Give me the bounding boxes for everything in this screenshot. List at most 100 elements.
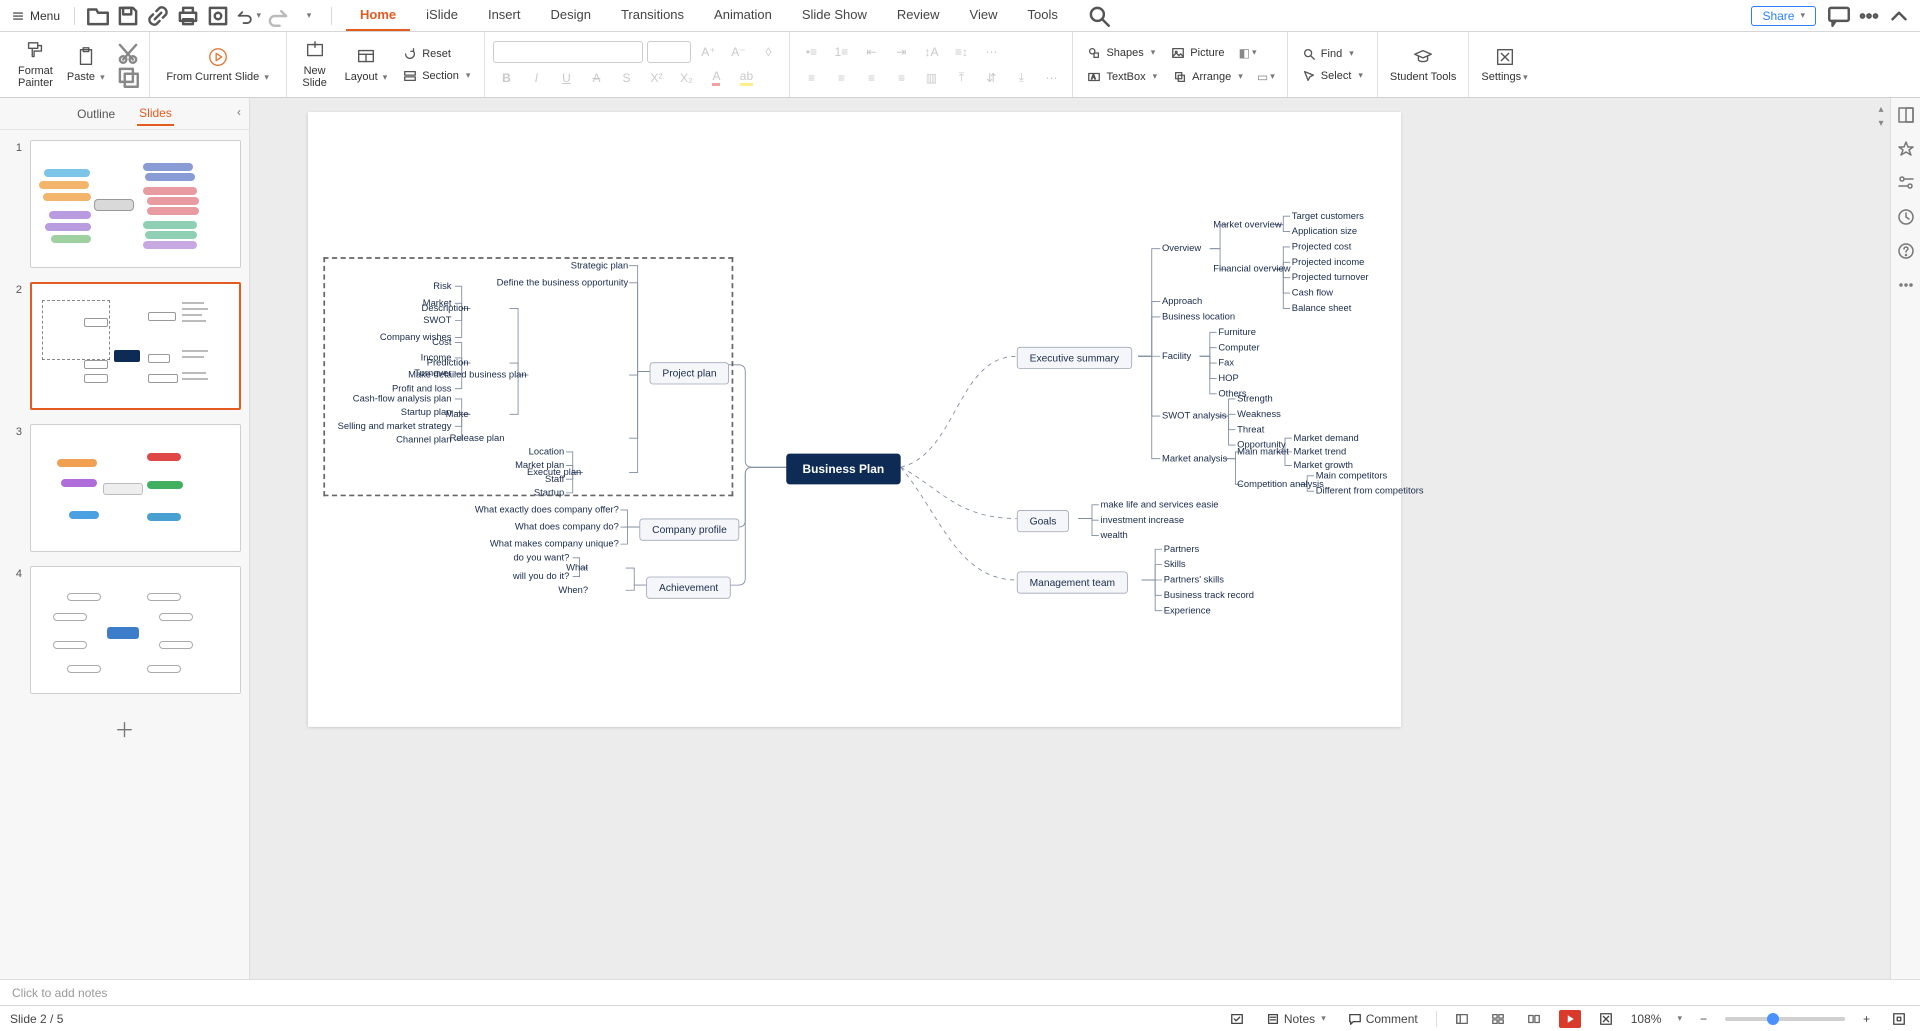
leaf[interactable]: Risk [433, 281, 451, 291]
leaf[interactable]: Approach [1162, 296, 1202, 306]
student-tools-button[interactable]: Student Tools [1386, 44, 1460, 85]
textbox-button[interactable]: ATextBox▾ [1081, 66, 1163, 88]
leaf[interactable]: Release plan [450, 433, 505, 443]
search-icon[interactable] [1086, 3, 1112, 29]
slides-tab[interactable]: Slides [137, 102, 174, 126]
format-painter-button[interactable]: Format Painter [14, 38, 57, 91]
leaf[interactable]: HOP [1218, 373, 1238, 383]
leaf[interactable]: Startup [534, 488, 564, 498]
slide-canvas[interactable]: Business Plan Project plan Company profi… [308, 112, 1401, 727]
zoom-in-icon[interactable]: + [1859, 1012, 1874, 1026]
leaf[interactable]: Furniture [1218, 327, 1256, 337]
node-project-plan[interactable]: Project plan [650, 362, 730, 384]
save-icon[interactable] [115, 3, 141, 29]
leaf[interactable]: Computer [1218, 343, 1259, 353]
fit-icon[interactable] [1595, 1012, 1617, 1026]
slide-thumbnail-4[interactable] [30, 566, 241, 694]
leaf[interactable]: Market overview [1213, 220, 1281, 230]
sorter-view-icon[interactable] [1487, 1010, 1509, 1028]
leaf[interactable]: Financial overview [1213, 264, 1290, 274]
leaf[interactable]: Startup plan [401, 407, 452, 417]
select-button[interactable]: Select▾ [1296, 66, 1369, 86]
from-current-slide-button[interactable]: From Current Slide ▾ [158, 44, 278, 85]
leaf[interactable]: What makes company unique? [490, 539, 619, 549]
vertical-scrollbar[interactable]: ▴ ▾ [1874, 104, 1888, 973]
font-family-select[interactable] [493, 41, 643, 63]
ribbon-tab-slide-show[interactable]: Slide Show [788, 0, 881, 31]
leaf[interactable]: Main competitors [1316, 471, 1388, 481]
ribbon-tab-transitions[interactable]: Transitions [607, 0, 698, 31]
zoom-slider[interactable] [1725, 1017, 1845, 1021]
leaf[interactable]: Projected income [1292, 257, 1365, 267]
leaf[interactable]: Weakness [1237, 409, 1281, 419]
leaf[interactable]: Partners [1164, 544, 1200, 554]
leaf[interactable]: Turnover [414, 368, 451, 378]
leaf[interactable]: Target customers [1292, 211, 1364, 221]
leaf[interactable]: Market demand [1294, 433, 1359, 443]
leaf[interactable]: SWOT analysis [1162, 411, 1227, 421]
link-icon[interactable] [145, 3, 171, 29]
comment-button[interactable]: Comment [1344, 1012, 1422, 1026]
leaf[interactable]: Different from competitors [1316, 486, 1424, 496]
ribbon-tab-design[interactable]: Design [536, 0, 604, 31]
leaf[interactable]: Experience [1164, 606, 1211, 616]
node-executive-summary[interactable]: Executive summary [1017, 347, 1132, 369]
scroll-down-icon[interactable]: ▾ [1874, 118, 1888, 132]
leaf[interactable]: Staff [545, 474, 564, 484]
ribbon-tab-home[interactable]: Home [346, 0, 410, 31]
ribbon-tab-review[interactable]: Review [883, 0, 954, 31]
arrange-button[interactable]: Arrange▾ [1167, 66, 1249, 88]
leaf[interactable]: investment increase [1101, 515, 1185, 525]
section-button[interactable]: Section▾ [397, 66, 476, 86]
menu-button[interactable]: Menu [0, 0, 70, 31]
ribbon-tab-tools[interactable]: Tools [1013, 0, 1071, 31]
leaf[interactable]: Profit and loss [392, 384, 452, 394]
shape-outline-icon[interactable]: ▭▾ [1253, 66, 1279, 88]
history-icon[interactable] [1897, 208, 1915, 226]
leaf[interactable]: Projected turnover [1292, 273, 1369, 283]
leaf[interactable]: Competition analysis [1237, 479, 1324, 489]
cut-icon[interactable] [115, 42, 141, 64]
new-slide-button[interactable]: New Slide [295, 38, 335, 91]
leaf[interactable]: Selling and market strategy [338, 421, 452, 431]
notes-area[interactable]: Click to add notes [0, 979, 1920, 1005]
leaf[interactable]: Market analysis [1162, 454, 1227, 464]
leaf[interactable]: Application size [1292, 226, 1357, 236]
leaf[interactable]: make life and services easie [1101, 500, 1219, 510]
leaf[interactable]: Cash flow [1292, 288, 1333, 298]
spellcheck-icon[interactable] [1226, 1012, 1248, 1026]
slide-thumbnail-2[interactable] [30, 282, 241, 410]
print-preview-icon[interactable] [205, 3, 231, 29]
properties-pane-icon[interactable] [1897, 106, 1915, 124]
leaf[interactable]: Balance sheet [1292, 303, 1352, 313]
reading-view-icon[interactable] [1523, 1010, 1545, 1028]
leaf[interactable]: Overview [1162, 244, 1201, 254]
copy-icon[interactable] [115, 66, 141, 88]
leaf[interactable]: Define the business opportunity [497, 278, 629, 288]
normal-view-icon[interactable] [1451, 1010, 1473, 1028]
leaf[interactable]: Facility [1162, 351, 1191, 361]
ribbon-tab-islide[interactable]: iSlide [412, 0, 472, 31]
shapes-button[interactable]: Shapes▾ [1081, 42, 1161, 64]
leaf[interactable]: Market [423, 298, 452, 308]
leaf[interactable]: Channel plan [396, 435, 451, 445]
feedback-icon[interactable] [1826, 3, 1852, 29]
leaf[interactable]: Market trend [1294, 447, 1347, 457]
leaf[interactable]: Threat [1237, 425, 1264, 435]
more-pane-icon[interactable] [1897, 276, 1915, 294]
leaf[interactable]: Strategic plan [571, 261, 628, 271]
collapse-panel-icon[interactable]: ‹ [237, 105, 241, 119]
leaf[interactable]: Partners' skills [1164, 575, 1224, 585]
zoom-out-icon[interactable]: − [1696, 1012, 1711, 1026]
leaf[interactable]: Main market [1237, 447, 1289, 457]
node-management-team[interactable]: Management team [1017, 571, 1128, 593]
outline-tab[interactable]: Outline [75, 103, 117, 125]
leaf[interactable]: Skills [1164, 559, 1186, 569]
leaf[interactable]: do you want? [513, 553, 569, 563]
shape-fill-icon[interactable]: ◧▾ [1235, 42, 1261, 64]
print-icon[interactable] [175, 3, 201, 29]
notes-toggle[interactable]: Notes▾ [1262, 1012, 1330, 1026]
leaf[interactable]: Fax [1218, 358, 1234, 368]
layout-button[interactable]: Layout ▾ [341, 44, 392, 85]
node-achievement[interactable]: Achievement [646, 577, 731, 599]
